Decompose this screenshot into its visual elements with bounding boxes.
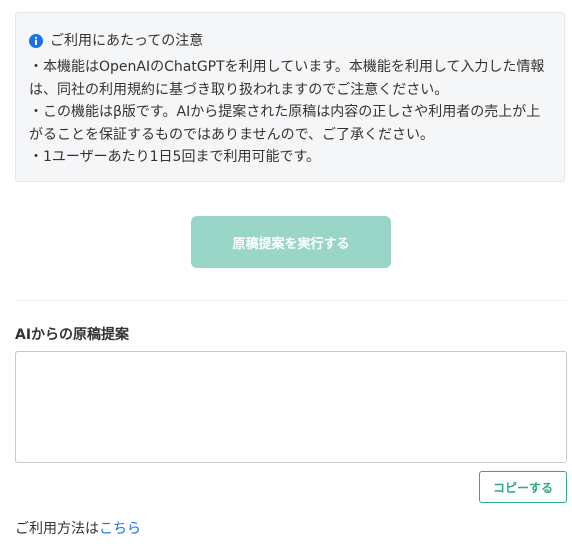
notice-line: は、同社の利用規約に基づき取り扱われますのでご注意ください。	[29, 81, 449, 98]
run-draft-suggestion-button[interactable]: 原稿提案を実行する	[191, 216, 391, 268]
notice-header: ご利用にあたっての注意	[29, 30, 550, 52]
notice-body: ・本機能はOpenAIのChatGPTを利用しています。本機能を利用して入力した…	[29, 56, 550, 169]
usage-guide-link[interactable]: こちら	[99, 521, 141, 537]
ai-suggestion-textarea[interactable]	[15, 351, 567, 463]
usage-guide-line: ご利用方法はこちら	[15, 519, 141, 539]
copy-button[interactable]: コピーする	[479, 471, 567, 503]
usage-notice-box: ご利用にあたっての注意 ・本機能はOpenAIのChatGPTを利用しています。…	[15, 12, 565, 182]
section-divider	[15, 300, 567, 301]
notice-title: ご利用にあたっての注意	[50, 33, 204, 49]
notice-line: ・本機能はOpenAIのChatGPTを利用しています。本機能を利用して入力した…	[29, 59, 545, 75]
notice-line: がることを保証するものではありませんので、ご了承ください。	[29, 126, 435, 143]
info-icon	[29, 34, 43, 48]
usage-guide-text: ご利用方法は	[15, 521, 99, 537]
notice-line: ・1ユーザーあたり1日5回まで利用可能です。	[29, 149, 321, 165]
notice-line: ・この機能はβ版です。AIから提案された原稿は内容の正しさや利用者の売上が上	[29, 104, 541, 120]
ai-suggestion-label: AIからの原稿提案	[15, 327, 130, 343]
